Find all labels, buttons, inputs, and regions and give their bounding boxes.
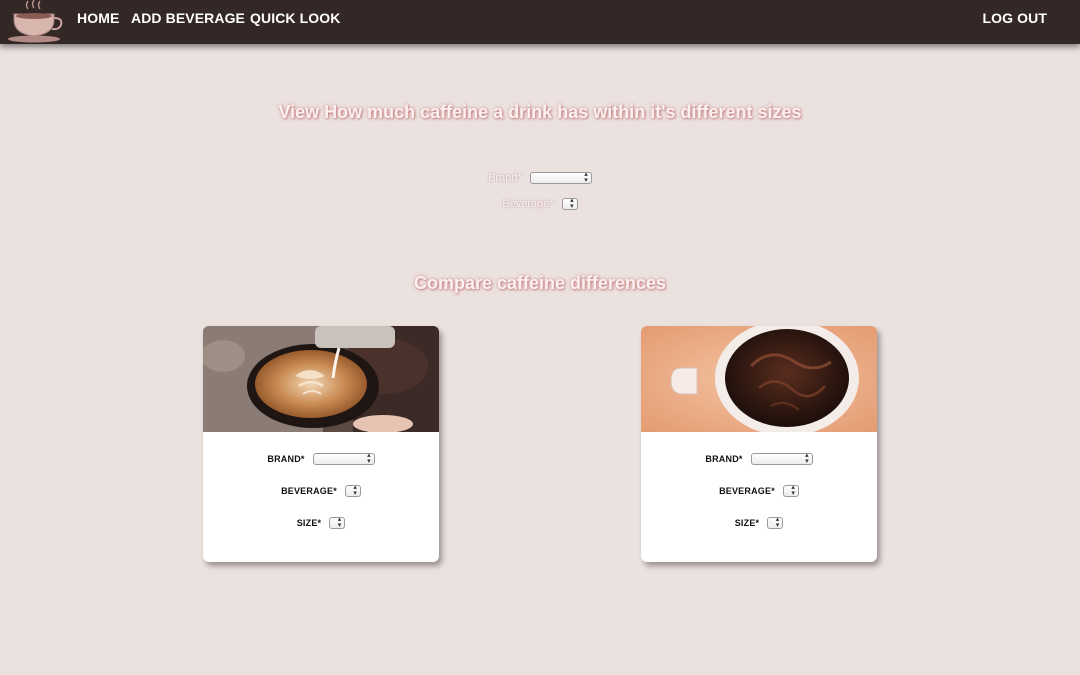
black-coffee-image-icon [641,326,877,432]
left-brand-field: BRAND* ▴ ▾ [203,452,439,465]
nav-quick-look-link[interactable]: QUICK LOOK [250,10,340,26]
nav-add-beverage-link[interactable]: ADD BEVERAGE [131,10,245,26]
left-beverage-field: BEVERAGE* ▴ ▾ [203,484,439,497]
select-arrows-icon: ▴ ▾ [775,516,780,529]
nav-home-link[interactable]: HOME [77,10,119,26]
right-size-field: SIZE* ▴ ▾ [641,516,877,529]
right-beverage-select[interactable]: ▴ ▾ [782,484,799,497]
top-navbar: HOME ADD BEVERAGE QUICK LOOK LOG OUT [0,0,1080,44]
view-brand-row: Brand* ▴ ▾ [0,171,1080,184]
left-brand-select[interactable]: ▴ ▾ [312,452,375,465]
select-arrows-icon: ▴ ▾ [791,484,795,497]
nav-log-out-link[interactable]: LOG OUT [983,10,1047,26]
view-caffeine-heading: View How much caffeine a drink has withi… [278,102,802,122]
left-beverage-select[interactable]: ▴ ▾ [344,484,361,497]
view-beverage-label: Beverage* [502,198,554,210]
right-brand-label: BRAND* [705,454,743,464]
select-arrows-icon: ▴ ▾ [367,452,371,465]
select-arrows-icon: ▴ ▾ [584,171,588,184]
left-size-select[interactable]: ▴ ▾ [329,516,346,529]
select-arrows-icon: ▴ ▾ [353,484,357,497]
select-arrows-icon: ▴ ▾ [805,452,809,465]
compare-card-left: BRAND* ▴ ▾ BEVERAGE* ▴ ▾ SIZE* ▴ ▾ [203,326,439,562]
left-size-label: SIZE* [296,518,322,528]
select-arrows-icon: ▴ ▾ [570,197,574,210]
coffee-cup-logo-icon[interactable] [6,0,64,44]
view-beverage-select[interactable]: ▴ ▾ [561,197,578,210]
left-beverage-label: BEVERAGE* [281,486,337,496]
right-beverage-field: BEVERAGE* ▴ ▾ [641,484,877,497]
left-size-field: SIZE* ▴ ▾ [203,516,439,529]
view-beverage-row: Beverage* ▴ ▾ [0,197,1080,210]
compare-card-right: BRAND* ▴ ▾ BEVERAGE* ▴ ▾ SIZE* ▴ ▾ [641,326,877,562]
select-arrows-icon: ▴ ▾ [337,516,342,529]
right-brand-field: BRAND* ▴ ▾ [641,452,877,465]
compare-caffeine-heading: Compare caffeine differences [413,273,667,293]
right-size-label: SIZE* [734,518,760,528]
latte-art-image-icon [203,326,439,432]
view-brand-label: Brand* [488,172,522,184]
right-brand-select[interactable]: ▴ ▾ [750,452,813,465]
right-beverage-label: BEVERAGE* [719,486,775,496]
right-size-select[interactable]: ▴ ▾ [767,516,784,529]
view-brand-select[interactable]: ▴ ▾ [529,171,592,184]
left-brand-label: BRAND* [267,454,305,464]
